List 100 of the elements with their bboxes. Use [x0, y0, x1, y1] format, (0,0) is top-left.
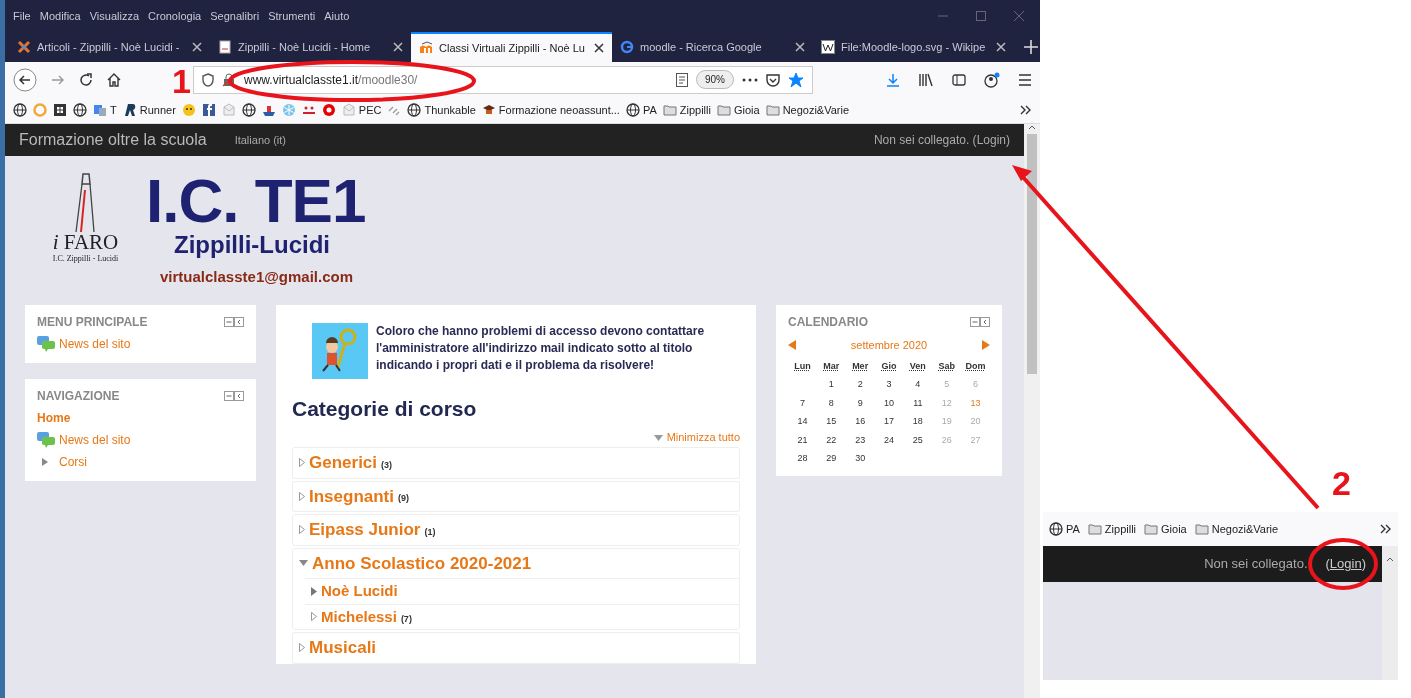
close-icon[interactable] [393, 42, 403, 52]
vodafone-icon[interactable] [321, 103, 336, 117]
reload-icon[interactable] [79, 72, 93, 87]
menu-item[interactable]: File [13, 7, 31, 25]
bookmark[interactable]: Negozi&Varie [765, 101, 850, 119]
bookmark[interactable]: Zippilli [1087, 520, 1137, 538]
chevrons-icon[interactable] [1020, 105, 1032, 115]
calendar-day[interactable]: 14 [788, 415, 817, 429]
calendar-day[interactable]: 16 [845, 415, 875, 429]
bookmark[interactable]: Gioia [716, 101, 760, 119]
bookmark[interactable]: Negozi&Varie [1194, 520, 1279, 538]
menu-item[interactable]: Strumenti [268, 7, 316, 25]
globe-icon[interactable] [241, 103, 256, 117]
calendar-day[interactable]: 22 [816, 433, 846, 447]
account-icon[interactable] [984, 71, 1000, 88]
browser-tab[interactable]: File:Moodle-logo.svg - Wikipe [813, 32, 1014, 62]
next-month-icon[interactable] [982, 340, 990, 351]
menu-item[interactable]: Aiuto [324, 7, 350, 25]
bookmark[interactable]: PA [625, 101, 657, 119]
more-icon[interactable] [742, 77, 758, 82]
calendar-day[interactable]: 23 [845, 433, 875, 447]
menu-item[interactable]: Visualizza [89, 7, 140, 25]
close-icon[interactable] [795, 42, 805, 52]
scrollbar[interactable] [1382, 546, 1398, 680]
chevrons-icon[interactable] [1380, 524, 1392, 534]
language-menu[interactable]: Italiano (it) [234, 131, 286, 149]
calendar-day[interactable]: 25 [903, 433, 933, 447]
menu-item[interactable]: Segnalibri [210, 7, 260, 25]
reader-view-icon[interactable] [676, 72, 688, 87]
calendar-day[interactable]: 21 [788, 433, 817, 447]
bookmark[interactable]: T [93, 101, 117, 119]
bookmark[interactable]: Zippilli [662, 101, 711, 119]
block-controls-icon[interactable] [224, 391, 244, 401]
caret-right-icon[interactable] [41, 457, 49, 467]
browser-tab[interactable]: Classi Virtuali Zippilli - Noè Lu [411, 32, 612, 62]
download-icon[interactable] [886, 72, 900, 87]
menu-item[interactable]: Cronologia [148, 7, 202, 25]
back-icon[interactable] [13, 67, 37, 92]
address-field[interactable]: www.virtualclasste1.it/moodle30/ 90% [193, 65, 813, 94]
calendar-day[interactable]: 7 [788, 396, 817, 410]
scroll-up-icon[interactable] [1028, 124, 1036, 130]
grid-icon[interactable] [53, 103, 67, 117]
caret-down-icon[interactable] [299, 560, 308, 567]
bookmark[interactable]: Gioia [1144, 520, 1187, 538]
scroll-up-icon[interactable] [1386, 556, 1394, 562]
login-link[interactable]: (Login) [1325, 554, 1366, 574]
menu-item[interactable]: Modifica [39, 7, 81, 25]
home-icon[interactable] [107, 72, 121, 87]
caret-right-icon[interactable] [311, 586, 317, 596]
bookmark[interactable]: PEC [341, 101, 382, 119]
zoom-level[interactable]: 90% [696, 70, 734, 89]
menu-icon[interactable] [1018, 73, 1032, 86]
calendar-day[interactable]: 2 [845, 378, 875, 392]
new-tab-icon[interactable] [1024, 40, 1038, 54]
calendar-day[interactable]: 30 [845, 452, 875, 466]
login-link[interactable]: Login [976, 133, 1006, 147]
pocket-icon[interactable] [766, 72, 780, 87]
calendar-day[interactable]: 15 [816, 415, 846, 429]
caret-right-icon[interactable] [311, 612, 317, 622]
calendar-day[interactable]: 11 [903, 396, 933, 410]
calendar-day[interactable]: 10 [874, 396, 904, 410]
caret-right-icon[interactable] [299, 491, 305, 501]
browser-tab[interactable]: Zippilli - Noè Lucidi - Home [210, 32, 411, 62]
bookmark[interactable]: Thunkable [407, 101, 476, 119]
caret-right-icon[interactable] [299, 458, 305, 468]
globe-icon[interactable] [13, 103, 27, 117]
caret-right-icon[interactable] [299, 525, 305, 535]
library-icon[interactable] [918, 72, 934, 87]
globe-icon[interactable] [73, 103, 87, 117]
star-icon[interactable] [788, 71, 804, 88]
ship-icon[interactable] [261, 103, 276, 117]
previous-month-icon[interactable] [788, 340, 796, 351]
bookmark[interactable]: Formazione neoassunt... [481, 101, 620, 119]
close-icon[interactable] [192, 42, 202, 52]
sidebar-icon[interactable] [952, 72, 966, 87]
calendar-day[interactable]: 4 [903, 378, 933, 392]
calendar-day[interactable]: 17 [874, 415, 904, 429]
maximize-icon[interactable] [976, 11, 986, 21]
calendar-day[interactable]: 9 [845, 396, 875, 410]
calendar-day[interactable]: 3 [874, 378, 904, 392]
calendar-day[interactable]: 24 [874, 433, 904, 447]
smiley-icon[interactable] [181, 103, 196, 117]
facebook-icon[interactable] [201, 103, 216, 117]
calendar-day[interactable]: 18 [903, 415, 933, 429]
block-controls-icon[interactable] [970, 317, 990, 327]
close-icon[interactable] [594, 43, 604, 53]
scrollbar[interactable] [1024, 124, 1040, 698]
bookmark[interactable]: Runner [122, 101, 176, 119]
site-name[interactable]: Formazione oltre la scuola [19, 128, 207, 152]
browser-tab[interactable]: moodle - Ricerca Google [612, 32, 813, 62]
calendar-day[interactable]: 1 [816, 378, 846, 392]
browser-tab[interactable]: Articoli - Zippilli - Noè Lucidi - [9, 32, 210, 62]
calendar-day[interactable]: 29 [816, 452, 846, 466]
bookmark[interactable]: PA [1049, 520, 1080, 538]
caret-right-icon[interactable] [299, 643, 305, 653]
block-controls-icon[interactable] [224, 317, 244, 327]
close-icon[interactable] [996, 42, 1006, 52]
folder-icon [765, 103, 780, 117]
calendar-day[interactable]: 28 [788, 452, 817, 466]
calendar-day[interactable]: 8 [816, 396, 846, 410]
